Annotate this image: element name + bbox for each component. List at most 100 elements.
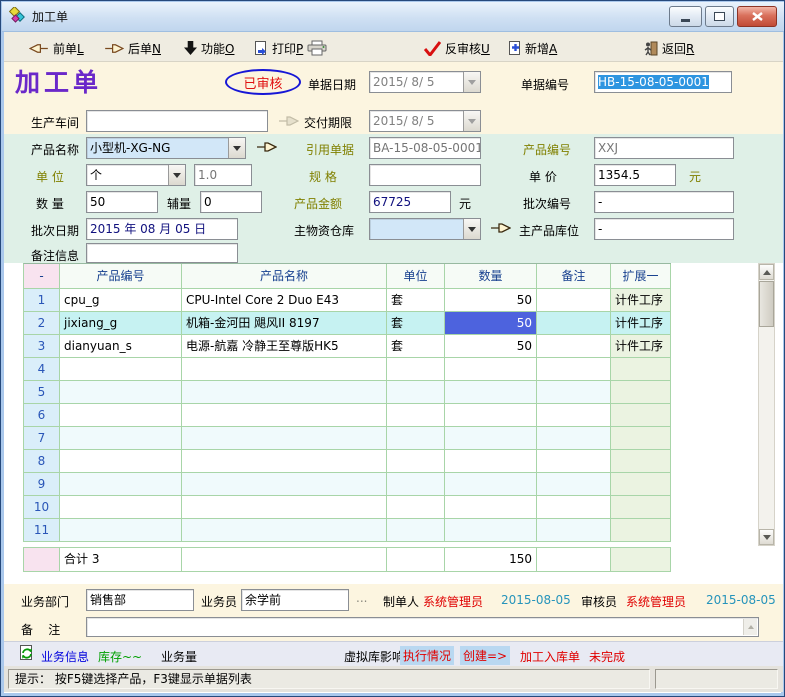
biz-info-link[interactable]: 业务信息	[41, 648, 89, 665]
aux-qty-input[interactable]: 0	[200, 191, 262, 213]
price-input[interactable]: 1354.5	[594, 164, 676, 186]
table-row[interactable]: 9	[24, 473, 671, 496]
table-cell[interactable]	[60, 427, 182, 450]
table-cell[interactable]: 机箱-金河田 飓风II 8197	[182, 312, 387, 335]
product-picker-hand-icon[interactable]	[256, 140, 277, 154]
function-button[interactable]: 功能O	[184, 38, 234, 58]
print-button[interactable]: 打印P	[254, 38, 327, 58]
table-cell[interactable]	[611, 404, 671, 427]
row-number[interactable]: 9	[24, 473, 60, 496]
table-cell[interactable]: 套	[387, 312, 445, 335]
doc-no-input[interactable]: HB-15-08-05-0001	[594, 71, 732, 93]
table-cell[interactable]	[182, 473, 387, 496]
qty-input[interactable]: 50	[86, 191, 158, 213]
note-input[interactable]	[86, 617, 759, 637]
row-number[interactable]: 7	[24, 427, 60, 450]
table-row[interactable]: 4	[24, 358, 671, 381]
table-cell[interactable]	[537, 381, 611, 404]
table-row[interactable]: 3dianyuan_s电源-航嘉 冷静王至尊版HK5套50计件工序	[24, 335, 671, 358]
table-row[interactable]: 1cpu_gCPU-Intel Core 2 Duo E43套50计件工序	[24, 289, 671, 312]
table-cell[interactable]: CPU-Intel Core 2 Duo E43	[182, 289, 387, 312]
product-name-select[interactable]: 小型机-XG-NG	[86, 137, 246, 159]
column-header[interactable]: 产品名称	[182, 264, 387, 289]
table-cell[interactable]: 计件工序	[611, 289, 671, 312]
row-number[interactable]: 5	[24, 381, 60, 404]
spec-input[interactable]	[369, 164, 481, 186]
table-cell[interactable]	[611, 427, 671, 450]
table-cell[interactable]	[537, 519, 611, 542]
table-cell[interactable]	[611, 473, 671, 496]
table-cell[interactable]: 套	[387, 335, 445, 358]
row-number[interactable]: 2	[24, 312, 60, 335]
row-number[interactable]: 6	[24, 404, 60, 427]
table-row[interactable]: 5	[24, 381, 671, 404]
row-number[interactable]: 1	[24, 289, 60, 312]
amount-input[interactable]: 67725	[369, 191, 451, 213]
row-number[interactable]: 11	[24, 519, 60, 542]
table-cell[interactable]	[537, 427, 611, 450]
table-cell[interactable]: 计件工序	[611, 335, 671, 358]
table-cell[interactable]	[60, 519, 182, 542]
table-cell[interactable]: 50	[445, 335, 537, 358]
table-cell[interactable]	[445, 473, 537, 496]
table-cell[interactable]	[60, 404, 182, 427]
table-cell[interactable]	[387, 381, 445, 404]
table-cell[interactable]	[60, 473, 182, 496]
note-scroll-up-icon[interactable]	[743, 619, 757, 635]
table-cell[interactable]	[445, 427, 537, 450]
table-cell[interactable]	[445, 450, 537, 473]
table-cell[interactable]	[182, 519, 387, 542]
table-cell[interactable]: cpu_g	[60, 289, 182, 312]
table-cell[interactable]	[537, 450, 611, 473]
table-cell[interactable]	[537, 404, 611, 427]
table-cell[interactable]: 计件工序	[611, 312, 671, 335]
table-cell[interactable]	[611, 358, 671, 381]
scroll-up-icon[interactable]	[759, 264, 774, 280]
add-button[interactable]: 新增A	[507, 38, 557, 58]
doc-date-dropdown-icon[interactable]	[463, 72, 480, 92]
table-cell[interactable]	[445, 381, 537, 404]
grid-vertical-scrollbar[interactable]	[758, 263, 775, 546]
table-cell[interactable]	[537, 473, 611, 496]
scrollbar-thumb[interactable]	[759, 281, 774, 327]
column-header[interactable]: 数量	[445, 264, 537, 289]
exec-status-button[interactable]: 执行情况	[400, 646, 454, 665]
table-cell[interactable]	[60, 450, 182, 473]
row-number[interactable]: 4	[24, 358, 60, 381]
table-cell[interactable]	[537, 335, 611, 358]
table-cell[interactable]	[182, 358, 387, 381]
unit-select[interactable]: 个	[86, 164, 186, 186]
table-cell[interactable]	[445, 404, 537, 427]
restore-button[interactable]	[705, 6, 734, 27]
table-cell[interactable]	[182, 427, 387, 450]
table-cell[interactable]	[60, 496, 182, 519]
table-cell[interactable]	[611, 496, 671, 519]
table-cell[interactable]	[387, 404, 445, 427]
prev-doc-button[interactable]: 前单L	[29, 38, 84, 58]
table-cell[interactable]	[60, 381, 182, 404]
table-cell[interactable]	[445, 496, 537, 519]
table-cell[interactable]	[182, 404, 387, 427]
table-cell[interactable]	[182, 496, 387, 519]
table-cell[interactable]	[611, 519, 671, 542]
table-cell[interactable]	[387, 473, 445, 496]
row-number[interactable]: 8	[24, 450, 60, 473]
next-doc-button[interactable]: 后单N	[104, 38, 161, 58]
unit-factor-input[interactable]: 1.0	[194, 164, 252, 186]
deadline-picker[interactable]: 2015/ 8/ 5	[369, 110, 481, 132]
table-cell[interactable]	[182, 450, 387, 473]
column-header[interactable]: 备注	[537, 264, 611, 289]
table-cell[interactable]	[537, 312, 611, 335]
table-cell[interactable]	[445, 358, 537, 381]
warehouse-picker-hand-icon[interactable]	[490, 221, 511, 235]
table-cell[interactable]	[445, 519, 537, 542]
table-cell[interactable]: dianyuan_s	[60, 335, 182, 358]
table-cell[interactable]	[537, 358, 611, 381]
deadline-dropdown-icon[interactable]	[463, 111, 480, 131]
table-cell[interactable]: 电源-航嘉 冷静王至尊版HK5	[182, 335, 387, 358]
table-cell[interactable]: jixiang_g	[60, 312, 182, 335]
minimize-button[interactable]	[669, 6, 702, 27]
doc-date-picker[interactable]: 2015/ 8/ 5	[369, 71, 481, 93]
table-row[interactable]: 7	[24, 427, 671, 450]
unit-dropdown-icon[interactable]	[168, 165, 185, 185]
